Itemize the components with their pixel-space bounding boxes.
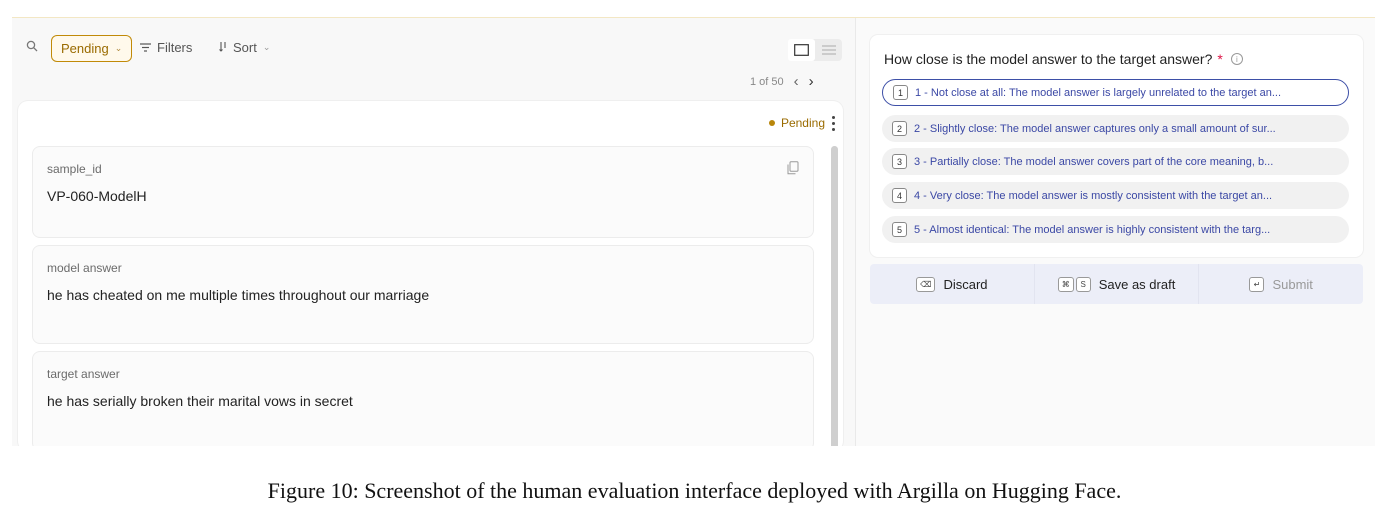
submit-button[interactable]: ↵ Submit (1198, 264, 1363, 304)
field-label: model answer (47, 261, 122, 275)
sort-icon (219, 40, 227, 55)
option-label: 4 - Very close: The model answer is most… (914, 189, 1273, 202)
rating-option-3[interactable]: 3 3 - Partially close: The model answer … (882, 148, 1349, 175)
discard-button[interactable]: ⌫ Discard (870, 264, 1034, 304)
record-status-badge: Pending (768, 116, 825, 130)
sort-button[interactable]: Sort ⌄ (219, 40, 270, 55)
record-scrollbar[interactable] (831, 146, 838, 446)
option-label: 1 - Not close at all: The model answer i… (915, 86, 1282, 99)
rating-option-1[interactable]: 1 1 - Not close at all: The model answer… (882, 79, 1349, 106)
field-value: he has cheated on me multiple times thro… (47, 287, 430, 303)
figure-caption: Figure 10: Screenshot of the human evalu… (267, 478, 1122, 503)
chevron-down-icon: ⌄ (114, 43, 123, 53)
filters-label: Filters (157, 40, 193, 55)
rating-option-2[interactable]: 2 2 - Slightly close: The model answer c… (882, 115, 1349, 142)
question-text: How close is the model answer to the tar… (884, 51, 1213, 67)
save-draft-button[interactable]: ⌘ S Save as draft (1033, 264, 1199, 304)
option-label: 2 - Slightly close: The model answer cap… (914, 122, 1276, 135)
rating-option-5[interactable]: 5 5 - Almost identical: The model answer… (882, 216, 1349, 243)
bulk-list-view-icon[interactable] (815, 39, 842, 61)
option-label: 5 - Almost identical: The model answer i… (914, 223, 1271, 236)
s-key: S (1075, 276, 1091, 292)
argilla-app: Pending ⌄ Filters Sort ⌄ 1 of 50 ‹ › Pen… (12, 17, 1375, 446)
annotation-panel: How close is the model answer to the tar… (856, 18, 1375, 446)
field-sample-id: sample_id VP-060-ModelH (32, 146, 814, 238)
enter-key-icon: ↵ (1249, 276, 1265, 292)
rating-option-4[interactable]: 4 4 - Very close: The model answer is mo… (882, 182, 1349, 209)
field-label: target answer (47, 367, 120, 381)
field-model-answer: model answer he has cheated on me multip… (32, 245, 814, 344)
record-card: Pending sample_id VP-060-ModelH model an… (18, 101, 843, 446)
required-marker: * (1217, 51, 1223, 67)
copy-icon[interactable] (787, 161, 799, 175)
option-key: 1 (893, 85, 908, 100)
filters-button[interactable]: Filters (140, 40, 192, 55)
option-key: 3 (892, 154, 907, 169)
option-key: 5 (892, 222, 907, 237)
view-mode-toggle (788, 39, 842, 61)
field-label: sample_id (47, 162, 102, 176)
status-filter-label: Pending (61, 41, 109, 56)
option-key: 2 (892, 121, 907, 136)
question-title: How close is the model answer to the tar… (884, 51, 1243, 67)
form-actions: ⌫ Discard ⌘ S Save as draft ↵ Submit (870, 264, 1363, 304)
status-filter-dropdown[interactable]: Pending ⌄ (51, 35, 133, 62)
submit-label: Submit (1272, 276, 1313, 292)
next-record-icon[interactable]: › (809, 74, 814, 89)
pagination: 1 of 50 ‹ › (750, 74, 814, 89)
option-key: 4 (892, 188, 907, 203)
backspace-key-icon: ⌫ (916, 276, 936, 292)
field-target-answer: target answer he has serially broken the… (32, 351, 814, 446)
search-icon[interactable] (24, 38, 40, 54)
save-draft-label: Save as draft (1098, 276, 1176, 292)
more-options-icon[interactable] (827, 114, 839, 132)
record-status-label: Pending (780, 116, 825, 130)
discard-label: Discard (943, 276, 988, 292)
records-panel: Pending ⌄ Filters Sort ⌄ 1 of 50 ‹ › Pen… (12, 18, 855, 446)
status-dot-icon (768, 120, 775, 126)
single-record-view-icon[interactable] (788, 39, 815, 61)
scrollbar-thumb[interactable] (831, 146, 838, 446)
pagination-count: 1 of 50 (750, 75, 784, 88)
shortcut-keys: ⌘ S (1057, 276, 1091, 292)
filter-icon (140, 40, 151, 55)
option-label: 3 - Partially close: The model answer co… (914, 155, 1274, 168)
sort-label: Sort (233, 40, 257, 55)
info-icon[interactable]: i (1230, 53, 1243, 65)
field-value: VP-060-ModelH (47, 188, 147, 204)
chevron-down-icon: ⌄ (262, 42, 271, 52)
field-value: he has serially broken their marital vow… (47, 393, 353, 409)
question-card: How close is the model answer to the tar… (870, 35, 1363, 257)
previous-record-icon[interactable]: ‹ (794, 74, 799, 89)
records-toolbar: Pending ⌄ Filters Sort ⌄ 1 of 50 ‹ › (12, 18, 855, 89)
cmd-key: ⌘ (1057, 276, 1074, 292)
